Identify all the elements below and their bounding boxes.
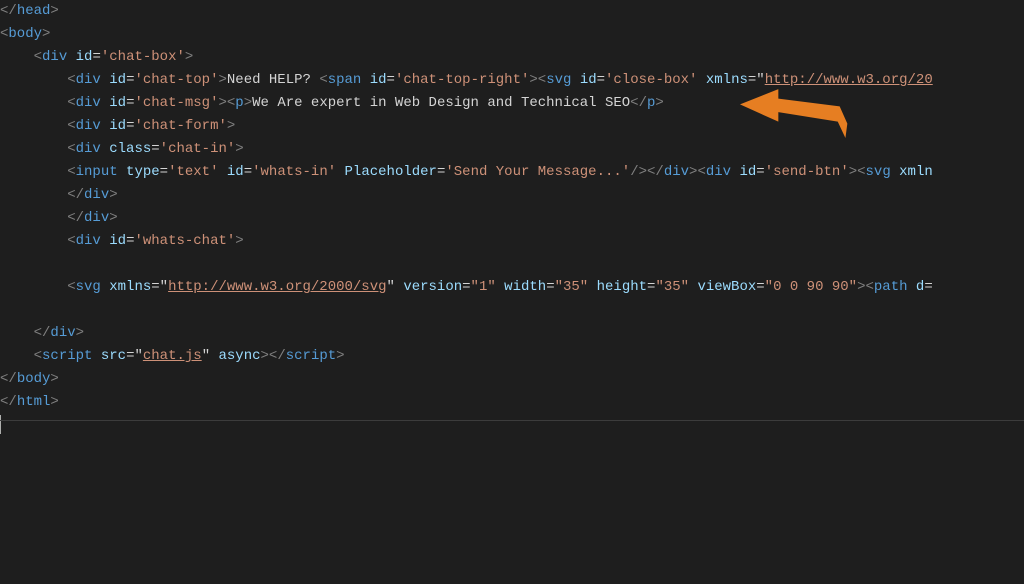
text-cursor bbox=[0, 415, 1, 434]
code-editor[interactable]: </head><body> <div id='chat-box'> <div i… bbox=[0, 0, 1024, 437]
code-line[interactable] bbox=[0, 414, 1024, 437]
code-line[interactable] bbox=[0, 253, 1024, 276]
code-line[interactable]: <body> bbox=[0, 23, 1024, 46]
editor-separator bbox=[0, 420, 1024, 421]
code-line[interactable]: </head> bbox=[0, 0, 1024, 23]
code-line[interactable]: </html> bbox=[0, 391, 1024, 414]
code-line[interactable]: <svg xmlns="http://www.w3.org/2000/svg" … bbox=[0, 276, 1024, 299]
code-line[interactable]: </div> bbox=[0, 207, 1024, 230]
code-line[interactable] bbox=[0, 299, 1024, 322]
code-line[interactable]: <div id='chat-form'> bbox=[0, 115, 1024, 138]
code-line[interactable]: <div id='chat-box'> bbox=[0, 46, 1024, 69]
code-line[interactable]: </div> bbox=[0, 184, 1024, 207]
code-line[interactable]: <div id='chat-top'>Need HELP? <span id='… bbox=[0, 69, 1024, 92]
code-line[interactable]: <div class='chat-in'> bbox=[0, 138, 1024, 161]
code-line[interactable]: <input type='text' id='whats-in' Placeho… bbox=[0, 161, 1024, 184]
code-line[interactable]: <div id='chat-msg'><p>We Are expert in W… bbox=[0, 92, 1024, 115]
code-line[interactable]: </div> bbox=[0, 322, 1024, 345]
code-line[interactable]: </body> bbox=[0, 368, 1024, 391]
code-line[interactable]: <script src="chat.js" async></script> bbox=[0, 345, 1024, 368]
code-line[interactable]: <div id='whats-chat'> bbox=[0, 230, 1024, 253]
